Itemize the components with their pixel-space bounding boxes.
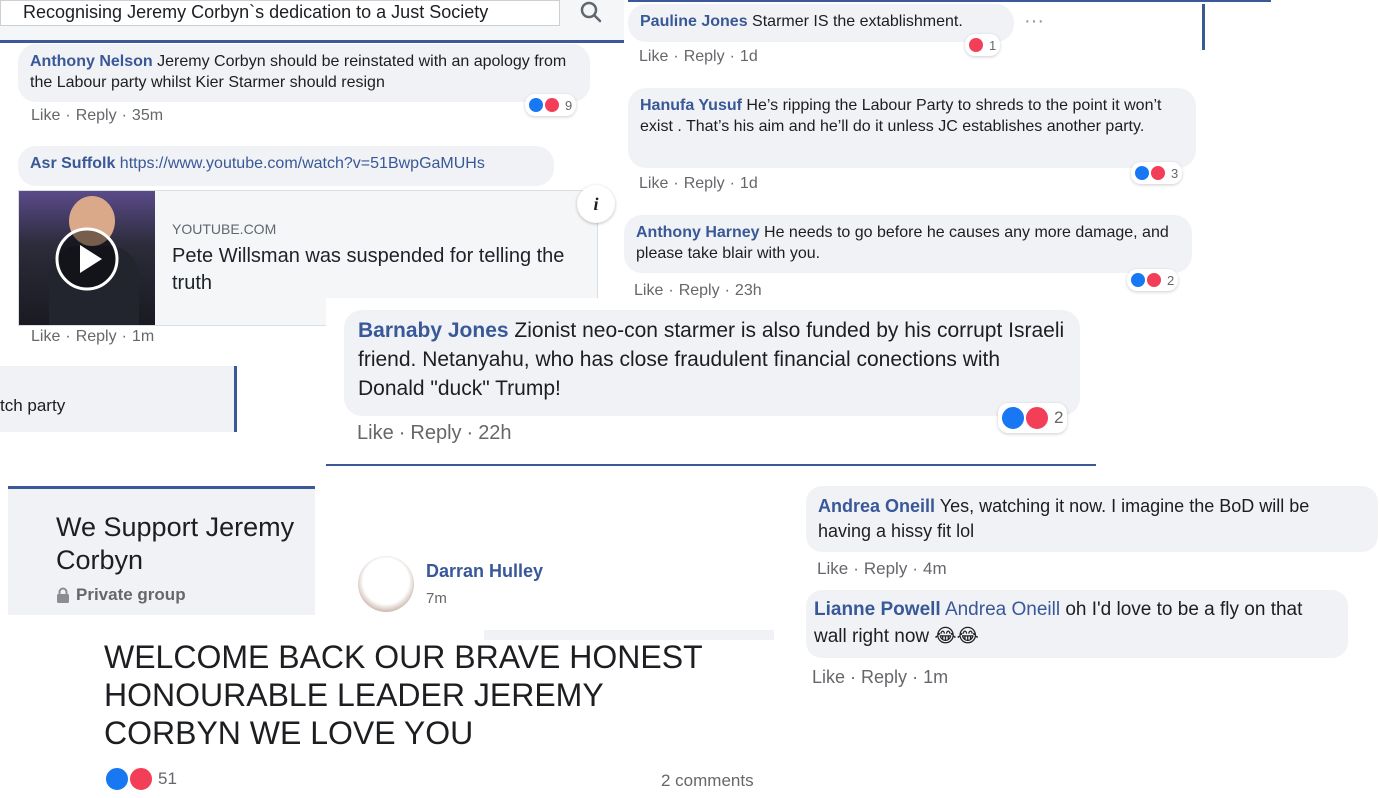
play-icon xyxy=(55,227,119,291)
lock-icon xyxy=(57,587,69,603)
comment-author[interactable]: Anthony Nelson xyxy=(30,53,153,70)
comment-author[interactable]: Hanufa Yusuf xyxy=(640,97,742,114)
comment-text: Starmer IS the extablishment. xyxy=(752,13,963,30)
post-text: WELCOME BACK OUR BRAVE HONEST HONOURABLE… xyxy=(104,639,703,751)
reaction-number: 2 xyxy=(1167,272,1175,288)
like-link[interactable]: Like xyxy=(31,328,60,345)
post-author[interactable]: Darran Hulley xyxy=(426,561,543,582)
comment-author[interactable]: Andrea Oneill xyxy=(818,496,935,516)
comment-author[interactable]: Lianne Powell xyxy=(814,599,941,620)
comment-actions: Like · Reply · 1d xyxy=(639,48,758,65)
reaction-count[interactable]: 9 xyxy=(525,94,577,116)
comment-actions: Like · Reply · 22h xyxy=(357,422,512,444)
info-button[interactable]: i xyxy=(577,185,615,223)
comment-mention[interactable]: Andrea Oneill xyxy=(945,599,1060,620)
link-title[interactable]: Pete Willsman was suspended for telling … xyxy=(172,243,582,297)
reply-link[interactable]: Reply xyxy=(684,48,725,65)
comment-anthony-nelson: Anthony Nelson Jeremy Corbyn should be r… xyxy=(18,44,590,102)
comment-actions: Like · Reply · 1d xyxy=(639,175,758,192)
reply-link[interactable]: Reply xyxy=(76,107,117,124)
reply-link[interactable]: Reply xyxy=(864,559,907,578)
comment-time: 1m xyxy=(131,328,155,345)
group-privacy-label: Private group xyxy=(76,585,186,604)
fragment-text: tch party xyxy=(0,396,66,415)
comment-andrea-oneill: Andrea Oneill Yes, watching it now. I im… xyxy=(806,486,1378,552)
link-domain: YOUTUBE.COM xyxy=(172,221,277,237)
post-avatar[interactable] xyxy=(358,556,414,612)
love-reaction-icon xyxy=(1024,405,1050,431)
reaction-number: 9 xyxy=(565,97,573,113)
reaction-number: 2 xyxy=(1054,408,1064,427)
comment-actions: Like · Reply · 35m xyxy=(31,107,164,124)
comment-time: 4m xyxy=(923,559,947,578)
like-link[interactable]: Like xyxy=(639,175,668,192)
reply-link[interactable]: Reply xyxy=(861,667,907,687)
reaction-count[interactable]: 2 xyxy=(998,403,1068,433)
comment-time: 1d xyxy=(739,48,758,65)
reaction-count[interactable]: 2 xyxy=(1127,269,1179,291)
like-link[interactable]: Like xyxy=(639,48,668,65)
like-link[interactable]: Like xyxy=(634,282,663,298)
comment-barnaby-jones: Barnaby Jones Zionist neo-con starmer is… xyxy=(344,310,1080,416)
comment-anthony-harney: Anthony Harney He needs to go before he … xyxy=(624,215,1192,273)
post-reactions[interactable]: 51 xyxy=(104,766,177,792)
more-icon: ··· xyxy=(1024,10,1044,32)
comment-time: 22h xyxy=(478,422,512,444)
reaction-number: 51 xyxy=(158,769,177,788)
reaction-number: 3 xyxy=(1171,165,1179,181)
reply-link[interactable]: Reply xyxy=(76,328,117,345)
comment-time: 35m xyxy=(131,107,164,124)
post-comments-count[interactable]: 2 comments xyxy=(661,771,754,791)
comment-link[interactable]: https://www.youtube.com/watch?v=51BwpGaM… xyxy=(120,155,485,172)
search-button[interactable] xyxy=(562,0,620,26)
fragment-panel: tch party xyxy=(0,366,237,432)
like-link[interactable]: Like xyxy=(817,559,848,578)
love-reaction-icon xyxy=(128,766,154,792)
group-privacy: Private group xyxy=(56,585,186,605)
love-reaction-icon xyxy=(1145,271,1163,289)
comment-author[interactable]: Barnaby Jones xyxy=(358,319,509,342)
emoji-laughing: 😂😂 xyxy=(934,626,979,647)
comment-hanufa-yusuf: Hanufa Yusuf He’s ripping the Labour Par… xyxy=(628,88,1196,168)
info-icon: i xyxy=(593,194,599,214)
search-bar: Recognising Jeremy Corbyn`s dedication t… xyxy=(0,0,624,43)
comment-actions: Like · Reply · 1m xyxy=(812,667,949,687)
comment-author[interactable]: Pauline Jones xyxy=(640,13,748,30)
like-link[interactable]: Like xyxy=(357,422,394,444)
comment-time: 1m xyxy=(923,667,949,687)
comment-actions: Like · Reply · 23h xyxy=(634,282,762,298)
comment-asr-suffolk: Asr Suffolk https://www.youtube.com/watc… xyxy=(18,146,554,186)
reply-link[interactable]: Reply xyxy=(679,282,720,298)
love-reaction-icon xyxy=(967,36,985,54)
like-reaction-icon xyxy=(1000,405,1026,431)
love-reaction-icon xyxy=(1149,164,1167,182)
search-input[interactable]: Recognising Jeremy Corbyn`s dedication t… xyxy=(0,0,560,26)
love-reaction-icon xyxy=(543,96,561,114)
top-border-line xyxy=(628,0,1271,2)
reaction-count[interactable]: 1 xyxy=(965,34,1001,56)
reaction-count[interactable]: 3 xyxy=(1131,162,1183,184)
group-name[interactable]: We Support Jeremy Corbyn xyxy=(56,511,306,577)
comment-time: 1d xyxy=(739,175,758,192)
comment-pauline-jones: Pauline Jones Starmer IS the extablishme… xyxy=(628,4,1014,42)
comment-actions: Like · Reply · 4m xyxy=(817,559,947,578)
reply-link[interactable]: Reply xyxy=(410,422,461,444)
search-input-value: Recognising Jeremy Corbyn`s dedication t… xyxy=(23,2,489,22)
like-link[interactable]: Like xyxy=(812,667,845,687)
comment-author[interactable]: Asr Suffolk xyxy=(30,155,115,172)
comment-lianne-powell: Lianne Powell Andrea Oneill oh I'd love … xyxy=(806,590,1348,658)
comment-actions: Like · Reply · 1m xyxy=(31,328,155,345)
group-header: We Support Jeremy Corbyn Private group xyxy=(8,486,315,615)
like-reaction-icon xyxy=(104,766,130,792)
like-link[interactable]: Like xyxy=(31,107,60,124)
reaction-number: 1 xyxy=(989,37,997,53)
search-icon xyxy=(580,1,602,23)
more-options-button[interactable]: ··· xyxy=(1024,10,1044,33)
comment-time: 23h xyxy=(734,282,762,298)
reply-link[interactable]: Reply xyxy=(684,175,725,192)
divider-right xyxy=(1202,4,1205,50)
post-time[interactable]: 7m xyxy=(426,590,447,607)
comment-author[interactable]: Anthony Harney xyxy=(636,224,760,241)
video-thumbnail[interactable] xyxy=(19,191,155,325)
